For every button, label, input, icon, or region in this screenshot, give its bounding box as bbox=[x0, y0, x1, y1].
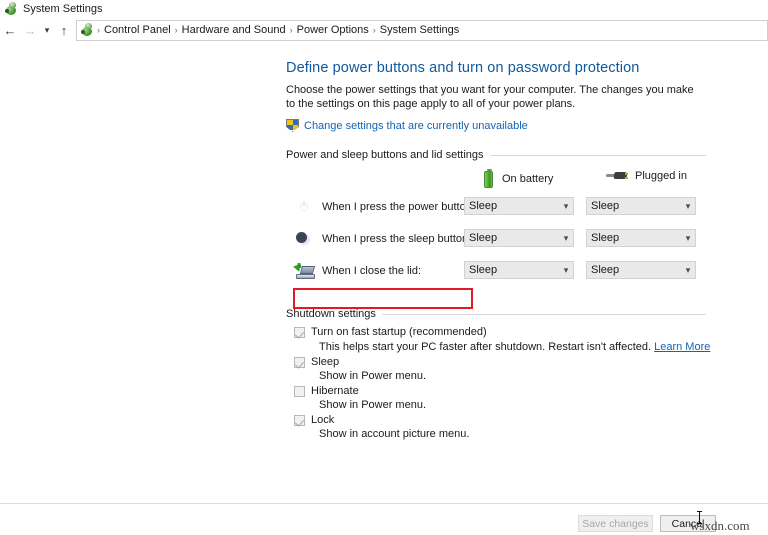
sub-text-hibernate: Show in Power menu. bbox=[319, 399, 706, 411]
checkbox-label-fast-startup: Turn on fast startup (recommended) bbox=[311, 326, 487, 338]
navigation-bar: ← → ▾ ↑ › Control Panel › Hardware and S… bbox=[0, 19, 768, 41]
chevron-down-icon[interactable]: ▾ bbox=[40, 20, 54, 40]
checkbox-hibernate[interactable] bbox=[294, 386, 305, 397]
close-lid-icon bbox=[294, 262, 314, 282]
setting-label-sleep-button: When I press the sleep button: bbox=[322, 233, 471, 245]
power-column-headers: On battery Plugged in bbox=[286, 169, 706, 195]
fast-startup-helper-prefix: This helps start your PC faster after sh… bbox=[319, 341, 651, 353]
checkbox-fast-startup[interactable] bbox=[294, 327, 305, 338]
dropdown-power-button-plugged-in[interactable]: Sleep ▾ bbox=[586, 197, 696, 215]
checkbox-label-hibernate: Hibernate bbox=[311, 385, 359, 397]
setting-row-power-button: When I press the power button: Sleep ▾ S… bbox=[286, 195, 706, 227]
shutdown-section-title: Shutdown settings bbox=[286, 308, 382, 320]
chevron-down-icon: ▾ bbox=[559, 233, 573, 244]
checkbox-row-sleep[interactable]: Sleep bbox=[286, 356, 706, 368]
setting-row-close-lid: When I close the lid: Sleep ▾ Sleep ▾ bbox=[286, 259, 706, 291]
window-title: System Settings bbox=[23, 3, 102, 15]
sub-text-lock: Show in account picture menu. bbox=[319, 428, 706, 440]
learn-more-link[interactable]: Learn More bbox=[654, 341, 710, 353]
watermark: wsxdn.com bbox=[690, 518, 750, 534]
dropdown-value: Sleep bbox=[587, 232, 681, 244]
checkbox-label-lock: Lock bbox=[311, 414, 334, 426]
power-section-title: Power and sleep buttons and lid settings bbox=[286, 149, 490, 161]
battery-icon bbox=[484, 169, 495, 189]
sub-text-sleep: Show in Power menu. bbox=[319, 370, 706, 382]
checkbox-sleep[interactable] bbox=[294, 357, 305, 368]
column-header-plugged-in: Plugged in bbox=[606, 169, 687, 183]
breadcrumb-item-system-settings[interactable]: System Settings bbox=[377, 24, 462, 36]
dropdown-value: Sleep bbox=[587, 200, 681, 212]
setting-label-power-button: When I press the power button: bbox=[322, 201, 475, 213]
section-divider bbox=[490, 155, 706, 156]
page-title: Define power buttons and turn on passwor… bbox=[286, 60, 706, 76]
checkbox-lock[interactable] bbox=[294, 415, 305, 426]
column-label-on-battery: On battery bbox=[502, 173, 553, 185]
page-description: Choose the power settings that you want … bbox=[286, 83, 704, 111]
breadcrumb-item-hardware-and-sound[interactable]: Hardware and Sound bbox=[179, 24, 289, 36]
column-label-plugged-in: Plugged in bbox=[635, 170, 687, 182]
footer-bar: Save changes Cancel bbox=[0, 504, 768, 535]
arrow-left-icon[interactable]: ← bbox=[0, 20, 20, 40]
breadcrumb-item-control-panel[interactable]: Control Panel bbox=[101, 24, 174, 36]
dropdown-value: Sleep bbox=[465, 264, 559, 276]
dropdown-power-button-on-battery[interactable]: Sleep ▾ bbox=[464, 197, 574, 215]
control-panel-icon bbox=[80, 23, 94, 37]
setting-label-close-lid: When I close the lid: bbox=[322, 265, 421, 277]
shield-icon bbox=[286, 119, 299, 132]
column-header-on-battery: On battery bbox=[484, 169, 553, 189]
power-button-icon bbox=[294, 198, 314, 218]
section-divider bbox=[382, 314, 706, 315]
system-settings-icon bbox=[4, 2, 18, 16]
checkbox-row-lock[interactable]: Lock bbox=[286, 414, 706, 426]
shutdown-section-header: Shutdown settings bbox=[286, 308, 706, 320]
chevron-down-icon: ▾ bbox=[681, 265, 695, 276]
dropdown-close-lid-on-battery[interactable]: Sleep ▾ bbox=[464, 261, 574, 279]
arrow-up-icon[interactable]: ↑ bbox=[54, 20, 74, 40]
dropdown-sleep-button-on-battery[interactable]: Sleep ▾ bbox=[464, 229, 574, 247]
change-settings-link-row[interactable]: Change settings that are currently unava… bbox=[286, 119, 706, 132]
arrow-right-icon[interactable]: → bbox=[20, 20, 40, 40]
setting-row-sleep-button: When I press the sleep button: Sleep ▾ S… bbox=[286, 227, 706, 259]
address-bar[interactable]: › Control Panel › Hardware and Sound › P… bbox=[76, 20, 768, 41]
power-section-header: Power and sleep buttons and lid settings bbox=[286, 149, 706, 161]
breadcrumb-item-power-options[interactable]: Power Options bbox=[294, 24, 372, 36]
checkbox-row-fast-startup[interactable]: Turn on fast startup (recommended) bbox=[286, 326, 706, 338]
dropdown-value: Sleep bbox=[465, 200, 559, 212]
chevron-down-icon: ▾ bbox=[559, 201, 573, 212]
checkbox-row-hibernate[interactable]: Hibernate bbox=[286, 385, 706, 397]
window-title-bar: System Settings bbox=[0, 0, 768, 17]
sleep-moon-icon bbox=[294, 230, 314, 250]
dropdown-value: Sleep bbox=[587, 264, 681, 276]
fast-startup-helper-text: This helps start your PC faster after sh… bbox=[319, 341, 706, 353]
power-plug-icon bbox=[606, 169, 628, 183]
chevron-down-icon: ▾ bbox=[681, 201, 695, 212]
checkbox-label-sleep: Sleep bbox=[311, 356, 339, 368]
chevron-down-icon: ▾ bbox=[559, 265, 573, 276]
content-area: Define power buttons and turn on passwor… bbox=[0, 44, 768, 503]
dropdown-sleep-button-plugged-in[interactable]: Sleep ▾ bbox=[586, 229, 696, 247]
dropdown-close-lid-plugged-in[interactable]: Sleep ▾ bbox=[586, 261, 696, 279]
chevron-down-icon: ▾ bbox=[681, 233, 695, 244]
dropdown-value: Sleep bbox=[465, 232, 559, 244]
save-changes-button[interactable]: Save changes bbox=[578, 515, 653, 532]
change-settings-link[interactable]: Change settings that are currently unava… bbox=[304, 120, 528, 132]
